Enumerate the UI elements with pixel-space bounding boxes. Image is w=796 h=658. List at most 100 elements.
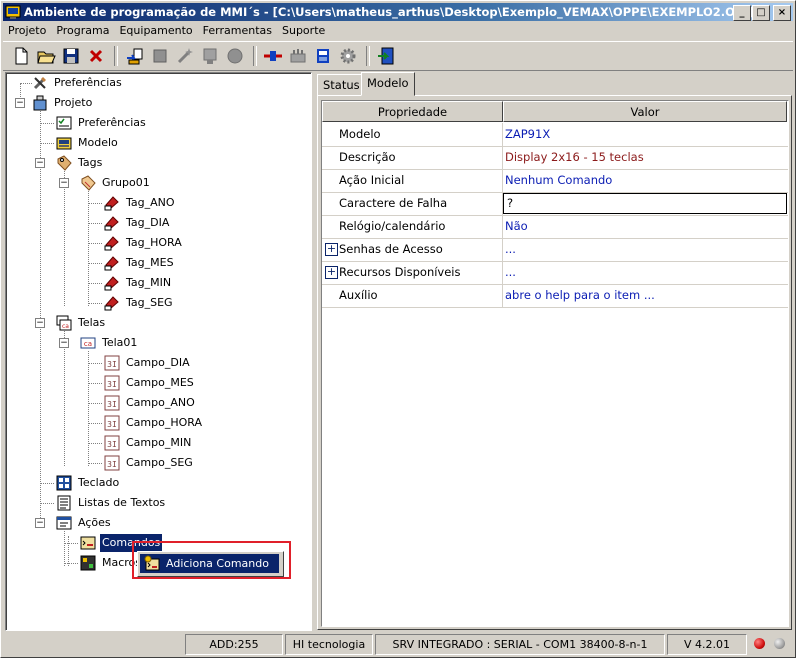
tree-item-modelo[interactable]: Modelo [6,134,306,152]
tree-item-preferencias[interactable]: Preferências [6,114,306,132]
window-title: Ambiente de programação de MMI´s - [C:\U… [24,5,753,19]
emulator-icon[interactable] [313,46,333,66]
record-icon[interactable] [225,46,245,66]
property-value[interactable]: ZAP91X [505,123,550,146]
menu-programa[interactable]: Programa [51,22,114,40]
exit-icon[interactable] [376,46,396,66]
tab-strip: Status Modelo [317,72,792,96]
tree-item-tag[interactable]: Tag_SEG [6,294,306,312]
tree-item-teclado[interactable]: Teclado [6,474,306,492]
text-list-icon [57,495,71,511]
property-name: Recursos Disponíveis [339,265,461,279]
import-icon[interactable] [125,46,145,66]
new-file-icon[interactable] [11,46,31,66]
title-bar[interactable]: Ambiente de programação de MMI´s - [C:\U… [3,3,793,21]
field-icon: 3I [104,435,120,451]
menu-projeto[interactable]: Projeto [3,22,51,40]
menu-equipamento[interactable]: Equipamento [114,22,197,40]
tree-item-projeto[interactable]: − Projeto [6,94,306,112]
chip-icon[interactable] [150,46,170,66]
property-row[interactable]: Modelo ZAP91X [322,123,788,147]
network-icon[interactable] [288,46,308,66]
property-row[interactable]: Descrição Display 2x16 - 15 teclas [322,146,788,170]
tag-icon [104,236,119,251]
menu-ferramentas[interactable]: Ferramentas [198,22,277,40]
module-icon[interactable] [200,46,220,66]
tree-item-tag[interactable]: Tag_HORA [6,234,306,252]
property-value[interactable]: ... [505,238,516,261]
tree-item-grupo01[interactable]: − Grupo01 [6,174,306,192]
delete-icon[interactable] [86,46,106,66]
tree-item-tela01[interactable]: − ca Tela01 [6,334,306,352]
svg-text:ca: ca [84,340,92,348]
property-row[interactable]: Caractere de Falha ? [322,192,788,216]
property-value[interactable]: abre o help para o item ... [505,284,655,307]
property-row[interactable]: + Recursos Disponíveis ... [322,261,788,285]
minimize-button[interactable]: _ [733,5,751,21]
tree-item-campo[interactable]: 3I Campo_MIN [6,434,306,452]
property-value[interactable]: Nenhum Comando [505,169,612,192]
collapse-toggle[interactable]: − [35,158,45,168]
tree-item-campo[interactable]: 3I Campo_ANO [6,394,306,412]
property-value[interactable]: Não [505,215,528,238]
tree-item-tag[interactable]: Tag_MES [6,254,306,272]
column-header-propriedade[interactable]: Propriedade [322,101,503,122]
property-row[interactable]: Relógio/calendário Não [322,215,788,239]
property-value[interactable]: ... [505,261,516,284]
property-name: Caractere de Falha [339,196,448,210]
expand-icon[interactable]: + [325,266,338,279]
cell-divider [502,238,503,261]
collapse-toggle[interactable]: − [59,178,69,188]
device-icon [56,137,72,150]
tree-label: Teclado [78,476,120,489]
property-row[interactable]: + Senhas de Acesso ... [322,238,788,262]
open-folder-icon[interactable] [36,46,56,66]
status-led-red-icon [754,638,765,649]
property-row[interactable]: Auxílio abre o help para o item ... [322,284,788,308]
status-led-gray-icon [774,638,785,649]
tab-status[interactable]: Status [317,74,366,96]
actions-icon [56,516,72,530]
tree-label: Projeto [54,96,93,109]
wand-icon[interactable] [175,46,195,66]
tag-icon [104,216,119,231]
svg-text:3I: 3I [107,400,117,409]
menu-suporte[interactable]: Suporte [277,22,330,40]
save-icon[interactable] [61,46,81,66]
tree-item-listas-de-textos[interactable]: Listas de Textos [6,494,306,512]
close-button[interactable]: × [773,5,791,21]
svg-text:3I: 3I [107,460,117,469]
property-value[interactable]: Display 2x16 - 15 teclas [505,146,644,169]
pane-splitter[interactable] [312,72,316,629]
tree-item-preferencias-root[interactable]: Preferências [6,74,306,92]
tree-item-campo[interactable]: 3I Campo_SEG [6,454,306,472]
macros-icon [80,555,96,571]
tree-item-tag[interactable]: Tag_ANO [6,194,306,212]
collapse-toggle[interactable]: − [35,318,45,328]
collapse-toggle[interactable]: − [15,98,25,108]
column-header-valor[interactable]: Valor [503,101,787,122]
caractere-de-falha-input[interactable]: ? [503,193,787,214]
tree-item-campo[interactable]: 3I Campo_HORA [6,414,306,432]
transfer-icon[interactable] [263,46,283,66]
tree-item-tag[interactable]: Tag_DIA [6,214,306,232]
tab-modelo[interactable]: Modelo [361,72,415,96]
tree-item-campo[interactable]: 3I Campo_DIA [6,354,306,372]
maximize-button[interactable]: □ [752,5,770,21]
tag-group-icon [81,175,96,191]
tree-item-telas[interactable]: − ca Telas [6,314,306,332]
tree-item-tag[interactable]: Tag_MIN [6,274,306,292]
collapse-toggle[interactable]: − [59,338,69,348]
tab-page-modelo: Propriedade Valor Modelo ZAP91X Descriçã… [317,95,792,630]
tree-item-campo[interactable]: 3I Campo_MES [6,374,306,392]
properties-panel: Status Modelo Propriedade Valor Modelo Z… [317,72,792,630]
gear-icon[interactable] [338,46,358,66]
tree-label: Ações [78,516,111,529]
expand-icon[interactable]: + [325,243,338,256]
property-row[interactable]: Ação Inicial Nenhum Comando [322,169,788,193]
field-icon: 3I [104,415,120,431]
tree-item-acoes[interactable]: − Ações [6,514,306,532]
highlight-box [132,541,291,579]
tree-item-tags[interactable]: − Tags [6,154,306,172]
collapse-toggle[interactable]: − [35,518,45,528]
